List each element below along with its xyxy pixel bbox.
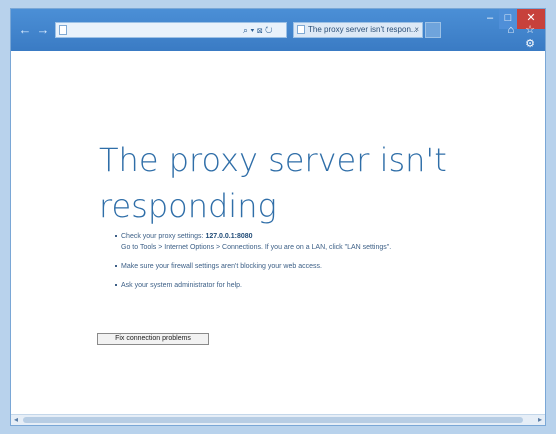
- list-item: Check your proxy settings: 127.0.0.1:808…: [115, 231, 545, 253]
- tab-close-icon[interactable]: ×: [414, 23, 419, 37]
- error-title: The proxy server isn't responding: [99, 141, 447, 225]
- new-tab-button[interactable]: [425, 22, 441, 38]
- toolbar-icons[interactable]: ⌂ ☆ ⚙: [499, 23, 539, 50]
- list-item: Ask your system administrator for help.: [115, 280, 545, 291]
- page-content: The proxy server isn't responding Check …: [11, 51, 545, 419]
- proxy-instructions: Go to Tools > Internet Options > Connect…: [121, 244, 392, 251]
- scroll-right-icon[interactable]: ▸: [535, 415, 545, 425]
- back-button[interactable]: ←: [17, 23, 33, 37]
- tab-title: The proxy server isn't respon...: [308, 25, 418, 34]
- forward-button[interactable]: →: [35, 23, 51, 37]
- page-icon: [59, 25, 67, 35]
- tab-proxy-error[interactable]: The proxy server isn't respon... ×: [293, 22, 423, 38]
- fix-connection-button[interactable]: Fix connection problems: [97, 333, 209, 345]
- list-item: Make sure your firewall settings aren't …: [115, 261, 545, 272]
- browser-window: ← → ⌕ ▾ ⊠ ↻ The proxy server isn't respo…: [10, 8, 546, 426]
- minimize-button[interactable]: –: [481, 9, 499, 29]
- suggestions-list: Check your proxy settings: 127.0.0.1:808…: [115, 231, 545, 299]
- proxy-check-text: Check your proxy settings:: [121, 233, 206, 240]
- tab-page-icon: [297, 25, 305, 34]
- admin-text: Ask your system administrator for help.: [121, 282, 242, 289]
- scroll-thumb[interactable]: [23, 417, 523, 423]
- firewall-text: Make sure your firewall settings aren't …: [121, 263, 322, 270]
- scroll-left-icon[interactable]: ◂: [11, 415, 21, 425]
- title-bar: ← → ⌕ ▾ ⊠ ↻ The proxy server isn't respo…: [11, 9, 545, 51]
- proxy-address: 127.0.0.1:8080: [205, 233, 253, 240]
- horizontal-scrollbar[interactable]: ◂ ▸: [11, 414, 545, 425]
- address-controls[interactable]: ⌕ ▾ ⊠ ↻: [243, 23, 289, 37]
